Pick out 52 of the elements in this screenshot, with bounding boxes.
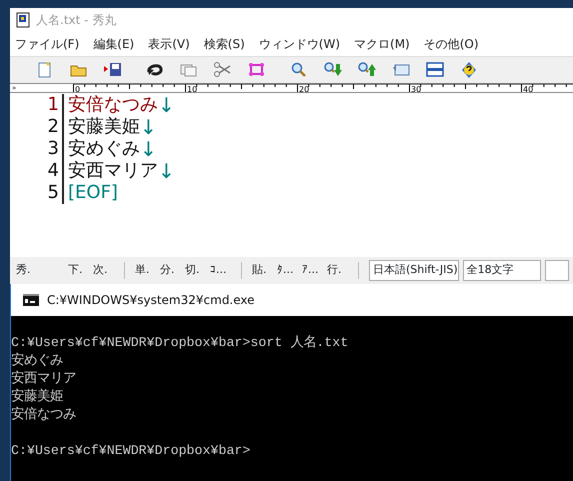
find-previous-icon[interactable]	[358, 61, 376, 79]
ruler-label: 20	[299, 85, 310, 92]
line-number: 5	[46, 182, 60, 204]
ruler-label: 0	[75, 85, 80, 92]
selection-icon[interactable]	[248, 61, 266, 79]
menu-item[interactable]: 表示(V)	[148, 35, 190, 53]
line-break-mark: ↓	[140, 138, 157, 160]
status-field: 全18文字	[462, 260, 541, 281]
line-text: [EOF]	[68, 182, 118, 204]
menu-item[interactable]: 検索(S)	[204, 35, 245, 53]
line-break-mark: ↓	[140, 116, 157, 138]
status-button[interactable]: 単.	[135, 262, 160, 279]
status-button[interactable]: ｱ...	[302, 262, 327, 279]
ruler-label: 30	[411, 85, 422, 92]
status-button[interactable]: ﾀ...	[277, 262, 302, 279]
line-text: 安めぐみ	[68, 138, 140, 160]
save-icon[interactable]	[104, 61, 122, 79]
status-button[interactable]: 行.	[327, 262, 352, 279]
menu-item[interactable]: ウィンドウ(W)	[258, 35, 340, 53]
line-number: 4	[46, 160, 60, 182]
line-text: 安藤美姫	[68, 116, 140, 138]
menu-item[interactable]: マクロ(M)	[354, 35, 410, 53]
line-text: 安倍なつみ	[68, 94, 158, 116]
console-output: C:¥Users¥cf¥NEWDR¥Dropbox¥bar>sort 人名.txt 安めぐみ 安西マリア 安藤美姫 安倍なつみ C:¥Users¥cf¥NEWDR¥Dropbox¥bar>	[11, 316, 573, 481]
line-number: 3	[46, 138, 60, 160]
line-break-mark: ↓	[158, 94, 175, 116]
status-button[interactable]: ｺ...	[210, 262, 235, 279]
search-icon[interactable]	[290, 61, 308, 79]
menu-item[interactable]: その他(O)	[424, 35, 479, 53]
ruler-label: 40	[523, 85, 534, 92]
menu-item[interactable]: ファイル(F)	[15, 35, 80, 53]
status-button[interactable]: 分.	[160, 262, 185, 279]
line-number: 1	[46, 94, 60, 116]
status-button[interactable]: 次.	[93, 262, 118, 279]
status-field	[544, 260, 569, 281]
console-icon	[23, 294, 39, 306]
document-icon	[16, 12, 30, 28]
line-break-mark: ↓	[158, 160, 175, 182]
split-window-icon[interactable]	[426, 61, 444, 79]
status-field: 日本語(Shift-JIS)	[369, 260, 459, 281]
status-button[interactable]: 切.	[185, 262, 210, 279]
menu-item[interactable]: 編集(E)	[93, 35, 134, 53]
status-button[interactable]: 下.	[68, 262, 93, 279]
help-icon[interactable]	[460, 61, 478, 79]
line-number: 2	[46, 116, 60, 138]
line-text: 安西マリア	[68, 160, 158, 182]
scissors-icon[interactable]	[214, 61, 232, 79]
status-button[interactable]: 貼.	[252, 262, 277, 279]
status-button[interactable]: 秀.	[16, 262, 68, 279]
window-title: C:¥WINDOWS¥system32¥cmd.exe	[47, 292, 255, 309]
window-title: 人名.txt - 秀丸	[36, 12, 116, 29]
ruler-label: 10	[187, 85, 198, 92]
